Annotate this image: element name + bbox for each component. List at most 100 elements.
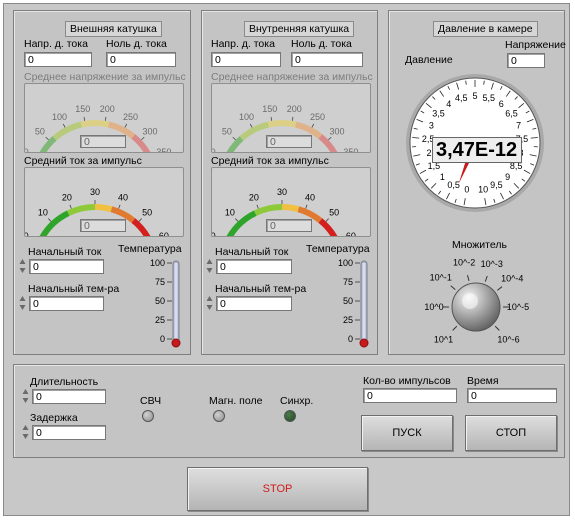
dial-tick-label: 3 [429,120,434,130]
dial-tick-label: 9 [505,172,510,182]
outer-initial-current-label: Начальный ток [28,246,102,258]
multiplier-option-label: 10^-4 [501,274,523,284]
inner-voltage-gauge-label: Среднее напряжение за импульс [211,71,373,83]
gauge-tick-label: 30 [90,187,100,197]
inner-initial-temp-spinner[interactable] [206,295,213,311]
gauge-tick-label: 10 [38,208,48,218]
outer-current-set-label: Напр. д. тока [24,38,88,50]
gauge-tick-label: 250 [310,112,325,122]
multiplier-option-label: 10^1 [434,335,453,345]
dial-tick-label: 7 [516,120,521,130]
gauge-tick-label: 0 [25,231,29,236]
gauge-tick-label: 30 [277,187,287,197]
thermometer-tick-label: 25 [343,315,353,325]
gauge-tick-label: 20 [62,192,72,202]
multiplier-option-label: 10^-2 [453,258,475,268]
vi-front-panel: Внешняя катушка Напр. д. тока 0 Ноль д. … [3,3,570,516]
dial-tick-label: 6 [499,99,504,109]
inner-current-set-field[interactable]: 0 [211,52,281,67]
outer-initial-temp-field[interactable]: 0 [29,296,104,311]
gauge-tick-label: 300 [143,127,158,137]
pressure-title: Давление в камере [433,21,538,37]
outer-current-zero-label: Ноль д. тока [106,38,167,50]
outer-current-set-field[interactable]: 0 [24,52,92,67]
inner-initial-current-spinner[interactable] [206,258,213,274]
gauge-tick-label: 50 [35,127,45,137]
dial-tick-label: 5,5 [482,93,495,103]
gauge-tick-label: 20 [249,192,259,202]
outer-initial-current-spinner[interactable] [19,258,26,274]
led-sync-indicator [284,410,296,422]
duration-field[interactable]: 0 [32,389,106,404]
outer-coil-panel: Внешняя катушка Напр. д. тока 0 Ноль д. … [13,10,191,355]
thermometer-tick-label: 50 [343,296,353,306]
gauge-tick-label: 300 [330,127,345,137]
dial-tick-label: 0,5 [447,180,460,190]
gauge-tick-label: 0 [25,147,29,152]
outer-initial-current-field[interactable]: 0 [29,259,104,274]
inner-initial-current-field[interactable]: 0 [216,259,292,274]
duration-spinner[interactable] [22,388,29,404]
outer-voltage-gauge-label: Среднее напряжение за импульс [24,71,186,83]
delay-label: Задержка [30,412,78,424]
outer-initial-temp-spinner[interactable] [19,295,26,311]
outer-temperature-label: Температура [118,243,182,255]
led-microwave-label: СВЧ [140,395,162,407]
gauge-tick-label: 200 [100,104,115,114]
dial-tick-label: 3,5 [432,108,445,118]
gauge-tick-label: 350 [343,147,358,152]
control-panel: Длительность 0 Задержка 0 СВЧ Магн. поле… [13,364,565,458]
dial-tick-label: 6,5 [505,108,518,118]
stop-main-button[interactable]: STOP [187,467,368,511]
thermometer-tick-label: 100 [338,258,353,268]
pressure-panel: Давление в камере Давление Напряжение 0 … [388,10,566,355]
inner-current-zero-field[interactable]: 0 [291,52,363,67]
outer-thermometer: 100 75 50 25 0 [134,255,184,351]
duration-label: Длительность [30,376,99,388]
inner-thermometer: 100 75 50 25 0 [322,255,372,351]
time-label: Время [467,375,499,387]
gauge-tick-label: 350 [156,147,171,152]
led-microwave-indicator [142,410,154,422]
gauge-tick-label: 50 [329,208,339,218]
delay-field[interactable]: 0 [32,425,106,440]
thermometer-tick-label: 50 [155,296,165,306]
inner-initial-temp-label: Начальный тем-ра [215,283,307,295]
gauge-tick-label: 150 [262,104,277,114]
inner-initial-temp-field[interactable]: 0 [216,296,292,311]
delay-spinner[interactable] [22,424,29,440]
pulse-count-field: 0 [363,388,457,403]
pressure-label: Давление [405,54,453,66]
dial-tick-label: 10 [478,184,488,194]
outer-coil-title: Внешняя катушка [65,21,162,37]
dial-tick-label: 4 [446,99,451,109]
inner-coil-title: Внутренняя катушка [244,21,355,37]
multiplier-option-label: 10^-5 [507,302,529,312]
inner-current-set-label: Напр. д. тока [211,38,275,50]
thermometer-tick-label: 75 [155,277,165,287]
multiplier-option-label: 10^-1 [430,272,452,282]
inner-current-zero-label: Ноль д. тока [291,38,352,50]
inner-current-digital: 0 [266,219,312,232]
gauge-tick-label: 150 [75,104,90,114]
thermometer-tick-label: 0 [348,334,353,344]
outer-current-zero-field[interactable]: 0 [106,52,176,67]
dial-tick-label: 9,5 [490,180,503,190]
thermometer-tick-label: 100 [150,258,165,268]
gauge-tick-label: 200 [287,104,302,114]
stop-pulse-button[interactable]: СТОП [465,415,557,451]
dial-tick-label: 1 [440,172,445,182]
led-magnetic-label: Магн. поле [209,395,263,407]
start-button[interactable]: ПУСК [361,415,453,451]
gauge-tick-label: 40 [118,192,128,202]
multiplier-knob[interactable]: 10^-6 10^-5 10^-4 10^-3 10^-210^-1 10^0 10^1 [401,249,551,359]
multiplier-option-label: 10^0 [424,302,443,312]
thermometer-tick-label: 75 [343,277,353,287]
led-magnetic-indicator [213,410,225,422]
pressure-voltage-label: Напряжение [505,39,566,51]
gauge-tick-label: 50 [142,208,152,218]
gauge-tick-label: 60 [346,231,356,236]
gauge-tick-label: 40 [305,192,315,202]
inner-temperature-label: Температура [306,243,370,255]
outer-voltage-digital: 0 [80,135,126,148]
